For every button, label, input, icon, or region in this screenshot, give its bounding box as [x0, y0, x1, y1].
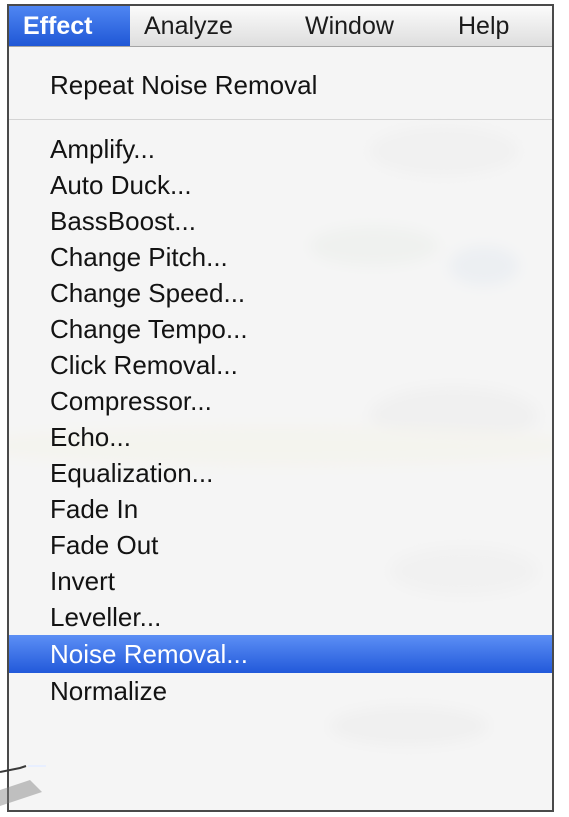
menu-item-click-removal[interactable]: Click Removal...	[9, 347, 552, 383]
menubar-window[interactable]: Window	[295, 6, 446, 46]
menu-item-fade-out[interactable]: Fade Out	[9, 527, 552, 563]
menu-item-amplify[interactable]: Amplify...	[9, 131, 552, 167]
menubar-effect[interactable]: Effect	[9, 6, 130, 46]
menu-item-change-pitch[interactable]: Change Pitch...	[9, 239, 552, 275]
menu-bar: Effect Analyze Window Help	[9, 6, 552, 47]
menu-item-fade-in[interactable]: Fade In	[9, 491, 552, 527]
menu-item-echo[interactable]: Echo...	[9, 419, 552, 455]
menu-item-invert[interactable]: Invert	[9, 563, 552, 599]
menubar-help[interactable]: Help	[446, 6, 552, 46]
menubar-analyze[interactable]: Analyze	[130, 6, 295, 46]
menu-item-change-speed[interactable]: Change Speed...	[9, 275, 552, 311]
menu-item-noise-removal[interactable]: Noise Removal...	[9, 635, 552, 673]
menu-separator	[9, 119, 552, 120]
screenshot-frame: Effect Analyze Window Help Repeat Noise …	[9, 6, 552, 810]
menu-item-leveller[interactable]: Leveller...	[9, 599, 552, 635]
menu-item-bassboost[interactable]: BassBoost...	[9, 203, 552, 239]
menu-item-repeat-noise-removal[interactable]: Repeat Noise Removal	[9, 67, 552, 103]
menu-item-compressor[interactable]: Compressor...	[9, 383, 552, 419]
effect-menu-dropdown: Repeat Noise Removal Amplify... Auto Duc…	[9, 47, 552, 810]
menu-item-auto-duck[interactable]: Auto Duck...	[9, 167, 552, 203]
menu-item-normalize[interactable]: Normalize	[9, 673, 552, 709]
menu-item-change-tempo[interactable]: Change Tempo...	[9, 311, 552, 347]
menu-item-equalization[interactable]: Equalization...	[9, 455, 552, 491]
